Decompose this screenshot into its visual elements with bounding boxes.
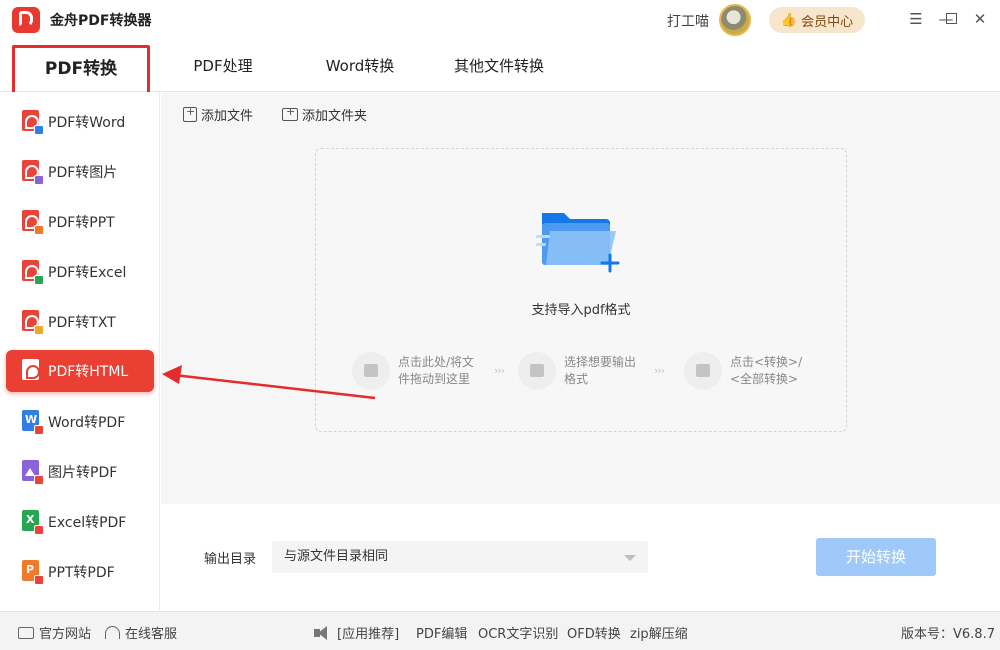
tab-pdf-process[interactable]: PDF处理 [178,40,268,92]
convert-icon [684,352,722,390]
sidebar-item-pdf-to-excel[interactable]: PDF转Excel [6,251,154,293]
pdf-to-image-icon [20,159,44,185]
ppt-to-pdf-icon [20,559,44,585]
pdf-to-word-icon [20,109,44,135]
sidebar-item-label: 图片转PDF [48,465,118,481]
tab-pdf-convert[interactable]: PDF转换 [12,45,150,95]
sidebar-item-label: Excel转PDF [48,515,127,531]
image-to-pdf-icon [20,459,44,485]
thumbs-up-icon: 👍 [780,12,798,28]
sidebar-item-label: PDF转Excel [48,265,127,281]
sidebar-item-label: PDF转图片 [48,165,118,181]
add-file-button[interactable]: 添加文件 [183,105,253,124]
app-logo-icon [12,7,40,33]
add-folder-button[interactable]: 添加文件夹 [282,105,367,124]
sidebar-item-word-to-pdf[interactable]: Word转PDF [6,401,154,443]
online-support-link[interactable]: 在线客服 [105,623,177,642]
sidebar-item-pdf-to-ppt[interactable]: PDF转PPT [6,201,154,243]
folder-add-icon [536,213,620,273]
username[interactable]: 打工喵 [667,11,709,31]
output-dir-label: 输出目录 [204,552,257,567]
version-label: 版本号：V6.8.7 [901,627,995,642]
sidebar-item-excel-to-pdf[interactable]: Excel转PDF [6,501,154,543]
app-title: 金舟PDF转换器 [50,13,152,29]
sidebar-item-label: PDF转Word [48,115,126,131]
add-folder-label: 添加文件夹 [302,109,368,124]
close-icon[interactable]: ✕ [970,9,990,29]
sidebar: PDF转Word PDF转图片 PDF转PPT PDF转Excel PDF转TX… [0,92,160,610]
sidebar-item-label: PPT转PDF [48,565,115,581]
monitor-icon [18,626,34,639]
title-bar: 金舟PDF转换器 打工喵 👍 会员中心 ☰ — ✕ [0,0,1000,40]
sidebar-item-label: PDF转TXT [48,315,116,331]
pdf-to-txt-icon [20,309,44,335]
vip-center-button[interactable]: 👍 会员中心 [769,7,865,33]
footer-link-ofd[interactable]: OFD转换 [567,623,621,642]
sidebar-item-pdf-to-word[interactable]: PDF转Word [6,101,154,143]
chevron-down-icon [624,555,636,561]
annotation-arrow [162,365,376,400]
pdf-to-html-icon [20,358,44,384]
sidebar-item-pdf-to-txt[interactable]: PDF转TXT [6,301,154,343]
sidebar-item-label: PDF转PPT [48,215,115,231]
step-convert: 点击<转换>/<全部转换> [684,352,802,390]
headset-icon [105,626,120,639]
excel-to-pdf-icon [20,509,44,535]
maximize-icon[interactable] [941,9,961,29]
tab-other-convert[interactable]: 其他文件转换 [444,40,554,92]
main-tabs: PDF转换 PDF处理 Word转换 其他文件转换 [0,40,1000,95]
chevron-right-icon: ››› [494,364,505,377]
step-select-format: 选择想要输出 格式 [518,352,636,390]
footer-link-pdf-edit[interactable]: PDF编辑 [416,623,467,642]
pdf-to-ppt-icon [20,209,44,235]
footer: 官方网站 在线客服 [应用推荐] PDF编辑 OCR文字识别 OFD转换 zip… [0,611,1000,650]
add-file-icon [183,105,197,122]
official-website-link[interactable]: 官方网站 [18,623,91,642]
footer-link-ocr[interactable]: OCR文字识别 [478,623,558,642]
sidebar-item-label: Word转PDF [48,415,126,431]
footer-link-zip[interactable]: zip解压缩 [630,623,688,642]
recommend-label: [应用推荐] [314,623,399,642]
sidebar-item-image-to-pdf[interactable]: 图片转PDF [6,451,154,493]
tab-word-convert[interactable]: Word转换 [315,40,405,92]
drop-hint: 支持导入pdf格式 [531,303,631,318]
add-folder-icon [282,105,298,121]
avatar[interactable] [719,4,751,36]
add-file-label: 添加文件 [201,109,254,124]
sidebar-item-pdf-to-html[interactable]: PDF转HTML [6,350,154,392]
word-to-pdf-icon [20,409,44,435]
output-dir-value: 与源文件目录相同 [284,549,389,564]
main-panel: 添加文件 添加文件夹 支持导入pdf格式 点击此处/将文件拖动到这里 ››› 选… [161,92,1000,504]
sidebar-item-label: PDF转HTML [48,364,129,380]
format-icon [518,352,556,390]
sidebar-item-ppt-to-pdf[interactable]: PPT转PDF [6,551,154,593]
sidebar-item-pdf-to-image[interactable]: PDF转图片 [6,151,154,193]
vip-center-label: 会员中心 [801,14,854,30]
pdf-to-excel-icon [20,259,44,285]
menu-icon[interactable]: ☰ [906,9,926,29]
chevron-right-icon: ››› [654,364,665,377]
file-drop-zone[interactable]: 支持导入pdf格式 点击此处/将文 件拖动到这里 ››› 选择想要输出 格式 ›››… [315,148,847,432]
output-dir-select[interactable]: 与源文件目录相同 [272,541,648,573]
speaker-icon [314,625,332,640]
start-convert-button[interactable]: 开始转换 [816,538,936,576]
